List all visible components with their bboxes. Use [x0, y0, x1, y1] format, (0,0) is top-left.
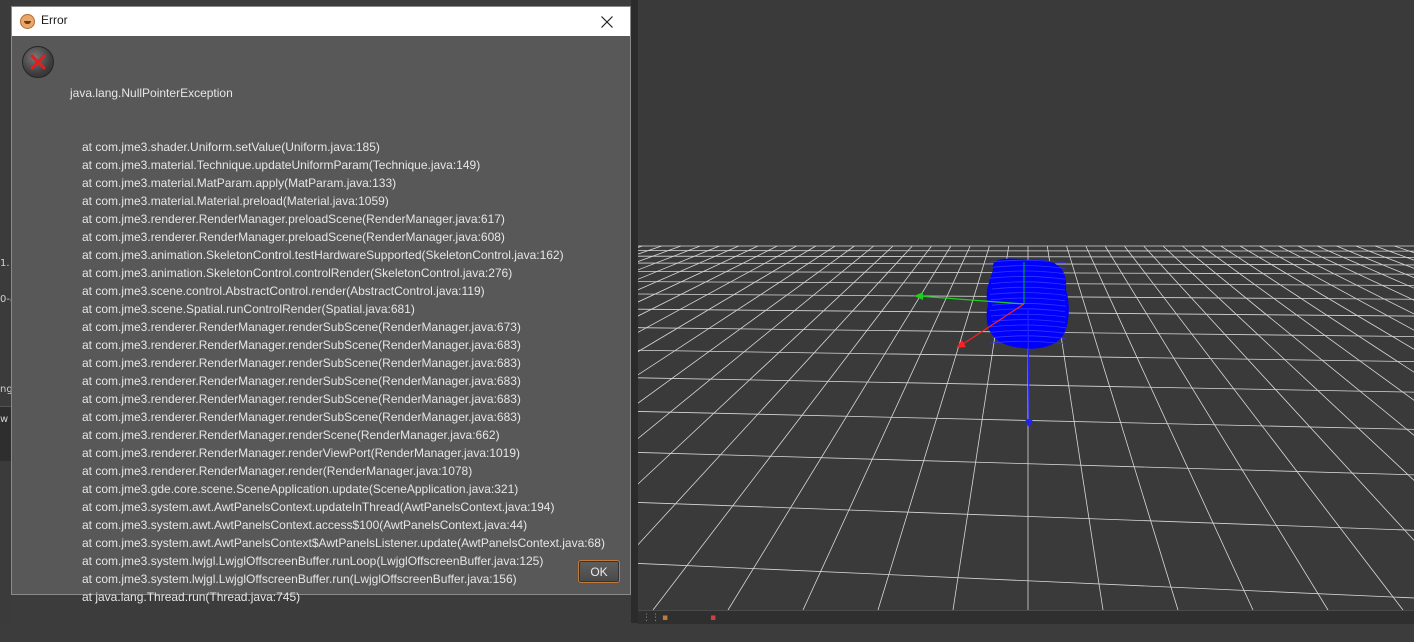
grid-line: [638, 246, 816, 610]
stack-trace-line: at com.jme3.system.lwjgl.LwjglOffscreenB…: [70, 570, 626, 588]
background-text: w: [0, 414, 8, 425]
grid-line: [638, 246, 835, 610]
grid-line: [638, 246, 874, 610]
background-text: 1.: [0, 258, 10, 269]
app-icon: [20, 14, 35, 29]
close-button[interactable]: [584, 7, 630, 36]
panel-divider[interactable]: [631, 0, 638, 623]
tool-icon[interactable]: ▪: [662, 613, 668, 623]
stack-trace-line: at com.jme3.renderer.RenderManager.prelo…: [70, 210, 626, 228]
axis-arrowhead: [1025, 419, 1033, 428]
stack-trace-line: at com.jme3.renderer.RenderManager.rende…: [70, 444, 626, 462]
stack-trace-line: at com.jme3.renderer.RenderManager.rende…: [70, 318, 626, 336]
stack-trace: at com.jme3.shader.Uniform.setValue(Unif…: [70, 138, 626, 606]
grid-line: [1182, 246, 1414, 610]
exception-name: java.lang.NullPointerException: [70, 84, 626, 102]
stack-trace-line: at com.jme3.renderer.RenderManager.rende…: [70, 408, 626, 426]
grid-line: [638, 563, 1414, 598]
grid-line: [638, 246, 777, 610]
grid-line: [638, 251, 1414, 252]
grid-line: [638, 350, 1414, 361]
grid-line: [638, 452, 1414, 474]
grid-line: [638, 246, 912, 610]
stack-trace-line: at com.jme3.animation.SkeletonControl.te…: [70, 246, 626, 264]
grid-line: [803, 246, 970, 610]
dialog-title: Error: [41, 13, 68, 27]
grid-line: [728, 246, 951, 610]
stack-trace-line: at com.jme3.renderer.RenderManager.rende…: [70, 426, 626, 444]
stack-trace-line: at com.jme3.material.MatParam.apply(MatP…: [70, 174, 626, 192]
grid-line: [638, 246, 797, 610]
stack-trace-line: at com.jme3.scene.control.AbstractContro…: [70, 282, 626, 300]
stack-trace-line: at com.jme3.system.awt.AwtPanelsContext$…: [70, 534, 626, 552]
grid-line: [1105, 246, 1328, 610]
grid-line: [638, 502, 1414, 530]
grid-line: [1202, 246, 1414, 610]
ok-button[interactable]: OK: [578, 560, 620, 583]
grid-line: [653, 246, 932, 610]
grid-line: [1394, 246, 1414, 610]
tool-icon[interactable]: ▪: [710, 613, 716, 623]
stack-trace-line: at com.jme3.shader.Uniform.setValue(Unif…: [70, 138, 626, 156]
stack-trace-line: at com.jme3.gde.core.scene.SceneApplicat…: [70, 480, 626, 498]
close-icon: [601, 16, 613, 28]
grid-line: [1163, 246, 1414, 610]
grid-line: [1375, 246, 1414, 610]
axis-arrowhead: [956, 340, 966, 348]
error-dialog: Error java.lang.NullPointerException at …: [11, 6, 631, 595]
grid-line: [1086, 246, 1253, 610]
grid-line: [638, 378, 1414, 392]
stack-trace-line: at com.jme3.renderer.RenderManager.rende…: [70, 462, 626, 480]
viewport-toolbar: ⋮⋮ ▪ ▪: [638, 610, 1414, 624]
stack-trace-line: at com.jme3.renderer.RenderManager.rende…: [70, 354, 626, 372]
error-icon: [22, 46, 54, 78]
stack-trace-line: at com.jme3.renderer.RenderManager.rende…: [70, 372, 626, 390]
stack-trace-line: at com.jme3.system.awt.AwtPanelsContext.…: [70, 498, 626, 516]
grid-line: [638, 246, 893, 610]
error-message: java.lang.NullPointerException at com.jm…: [70, 48, 626, 642]
stack-trace-line: at com.jme3.material.Technique.updateUni…: [70, 156, 626, 174]
grid-line: [1144, 246, 1414, 610]
stack-trace-line: at com.jme3.renderer.RenderManager.rende…: [70, 336, 626, 354]
grid-line: [638, 246, 719, 610]
grid-floor: [638, 0, 1414, 610]
stack-trace-line: at com.jme3.renderer.RenderManager.prelo…: [70, 228, 626, 246]
stack-trace-line: at java.lang.Thread.run(Thread.java:745): [70, 588, 626, 606]
stack-trace-line: at com.jme3.animation.SkeletonControl.co…: [70, 264, 626, 282]
grid-line: [638, 246, 681, 610]
stack-trace-line: at com.jme3.system.lwjgl.LwjglOffscreenB…: [70, 552, 626, 570]
scene-viewport[interactable]: [638, 0, 1414, 610]
stack-trace-line: at com.jme3.scene.Spatial.runControlRend…: [70, 300, 626, 318]
stack-trace-line: at com.jme3.material.Material.preload(Ma…: [70, 192, 626, 210]
dialog-titlebar[interactable]: Error: [12, 7, 630, 36]
grid-line: [638, 246, 854, 610]
grid-line: [1067, 246, 1178, 610]
stack-trace-line: at com.jme3.renderer.RenderManager.rende…: [70, 390, 626, 408]
grip-icon: ⋮⋮: [642, 613, 660, 623]
stack-trace-line: at com.jme3.system.awt.AwtPanelsContext.…: [70, 516, 626, 534]
grid-line: [1221, 246, 1414, 610]
